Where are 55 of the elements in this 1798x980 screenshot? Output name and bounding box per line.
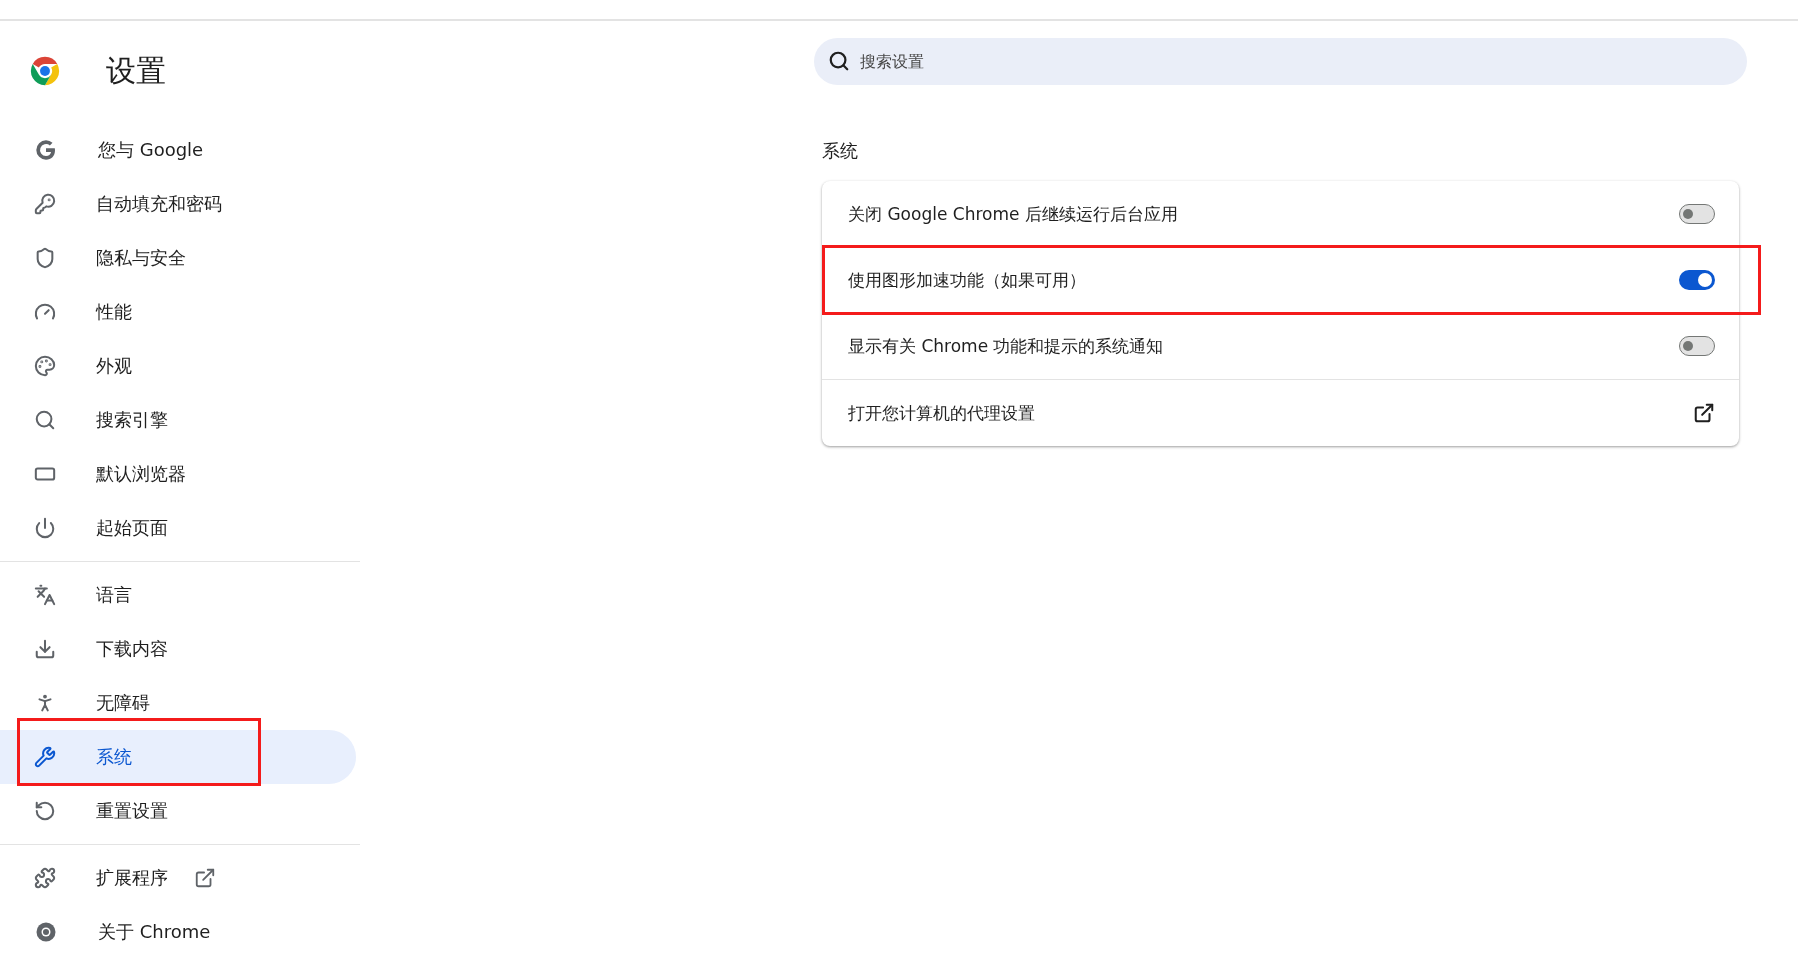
sidebar-item[interactable]: 重置设置 [0, 784, 356, 838]
translate-icon [34, 584, 56, 606]
palette-icon [34, 355, 56, 377]
power-icon [34, 517, 56, 539]
sidebar-item-label: 语言 [96, 583, 132, 607]
sidebar-item-label: 性能 [96, 300, 132, 324]
toggle-switch[interactable] [1679, 270, 1715, 290]
setting-label: 关闭 Google Chrome 后继续运行后台应用 [848, 202, 1178, 226]
section-title: 系统 [822, 139, 859, 163]
sidebar-item-label: 无障碍 [96, 691, 150, 715]
sidebar-item-label: 重置设置 [96, 799, 168, 823]
sidebar-item-label: 起始页面 [96, 516, 168, 540]
wrench-icon [34, 746, 56, 768]
key-icon [34, 193, 56, 215]
sidebar-item[interactable]: 性能 [0, 285, 356, 339]
puzzle-icon [34, 867, 56, 889]
sidebar-item-label: 搜索引擎 [96, 408, 168, 432]
search-field[interactable]: 搜索设置 [814, 38, 1747, 85]
sidebar-item[interactable]: 系统 [0, 730, 356, 784]
shield-icon [34, 247, 56, 269]
search-icon [34, 409, 56, 431]
sidebar-item[interactable]: 下载内容 [0, 622, 356, 676]
sidebar-item[interactable]: 自动填充和密码 [0, 177, 356, 231]
sidebar-item[interactable]: 您与 Google [0, 123, 356, 177]
sidebar-item-label: 自动填充和密码 [96, 192, 222, 216]
sidebar-item[interactable]: 关于 Chrome [0, 905, 356, 959]
chrome-icon [34, 920, 58, 944]
setting-label: 使用图形加速功能（如果可用） [848, 268, 1086, 292]
sidebar-item[interactable]: 扩展程序 [0, 851, 356, 905]
sidebar-item[interactable]: 搜索引擎 [0, 393, 356, 447]
sidebar-item-label: 隐私与安全 [96, 246, 186, 270]
sidebar-item[interactable]: 外观 [0, 339, 356, 393]
setting-label: 显示有关 Chrome 功能和提示的系统通知 [848, 334, 1164, 358]
browser-logo-icon [28, 54, 62, 88]
sidebar-item-label: 您与 Google [98, 138, 204, 162]
google-g-icon [34, 138, 58, 162]
search-icon [828, 50, 850, 72]
sidebar-item[interactable]: 默认浏览器 [0, 447, 356, 501]
sidebar-item-label: 扩展程序 [96, 866, 168, 890]
setting-label: 打开您计算机的代理设置 [848, 401, 1035, 425]
page-title: 设置 [106, 51, 166, 90]
external-link-icon[interactable] [1693, 402, 1715, 424]
reset-icon [34, 800, 56, 822]
sidebar-item[interactable]: 隐私与安全 [0, 231, 356, 285]
toggle-switch[interactable] [1679, 204, 1715, 224]
sidebar-item[interactable]: 无障碍 [0, 676, 356, 730]
toggle-switch[interactable] [1679, 336, 1715, 356]
download-icon [34, 638, 56, 660]
sidebar-item-label: 关于 Chrome [98, 920, 211, 944]
sidebar-item-label: 外观 [96, 354, 132, 378]
sidebar-item-label: 系统 [96, 745, 132, 769]
sidebar-item[interactable]: 起始页面 [0, 501, 356, 555]
sidebar-item-label: 默认浏览器 [96, 462, 186, 486]
sidebar-item[interactable]: 语言 [0, 568, 356, 622]
sidebar-item-label: 下载内容 [96, 637, 168, 661]
